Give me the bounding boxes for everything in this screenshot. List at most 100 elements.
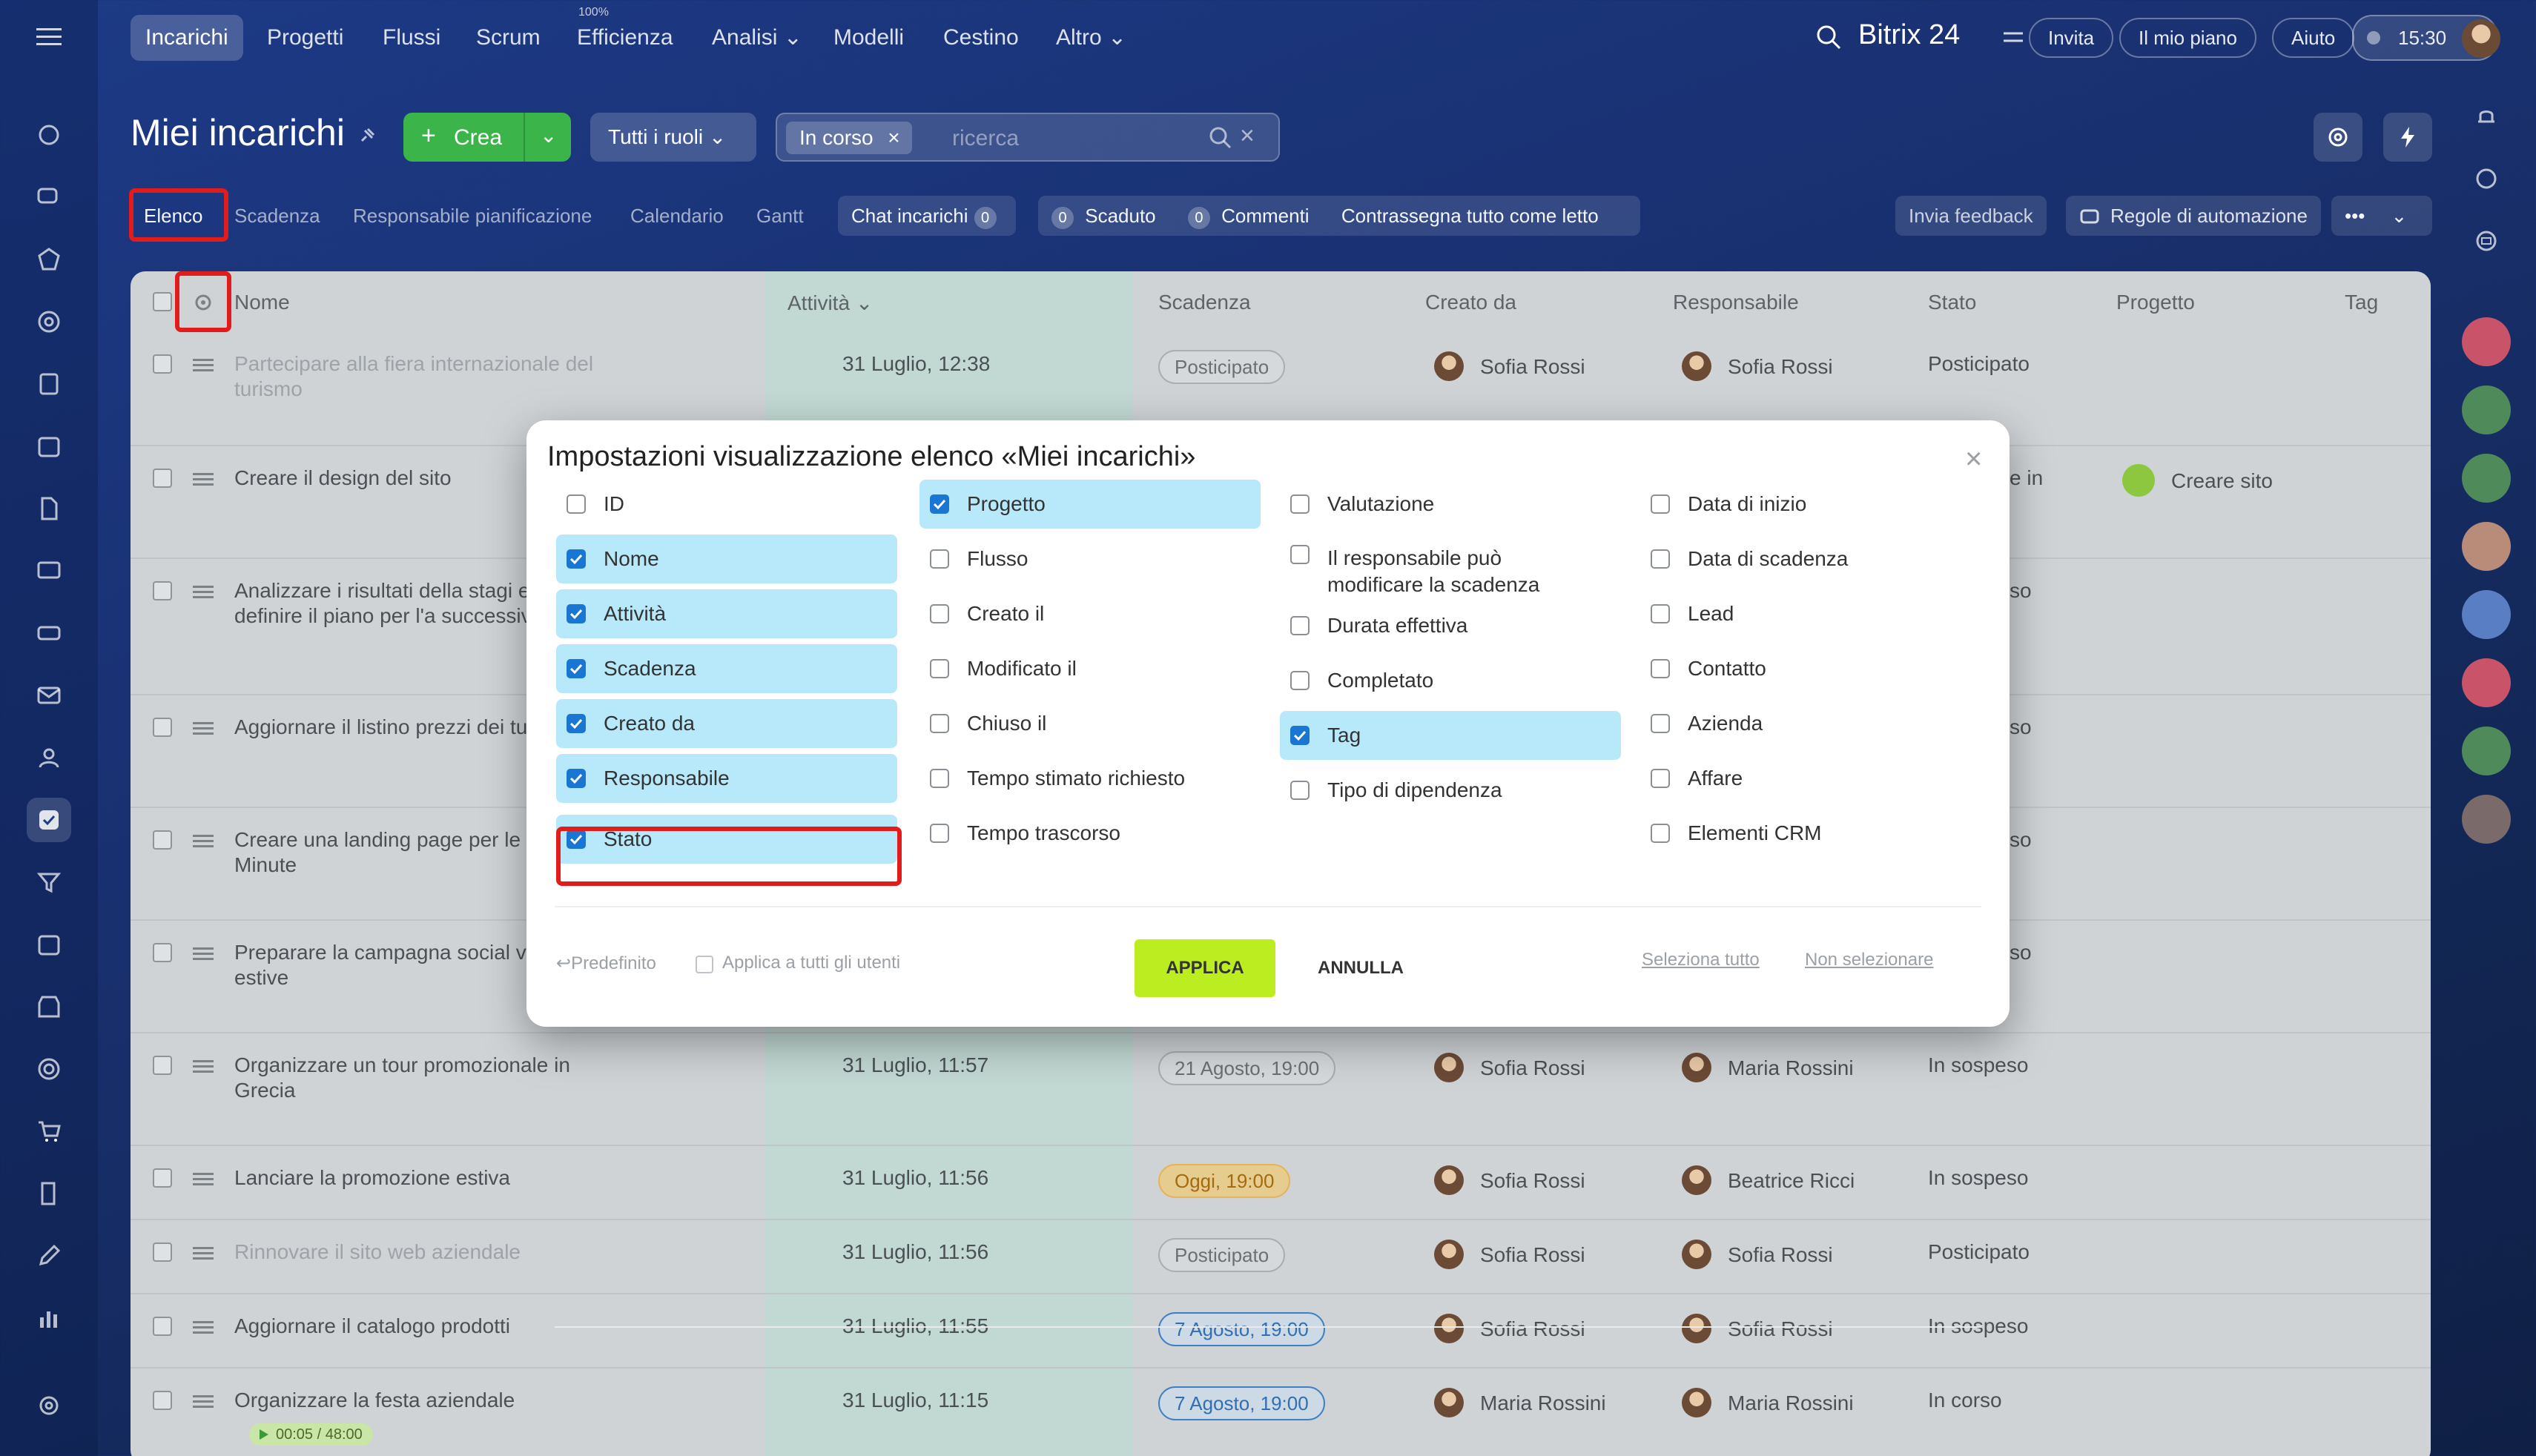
option-checkbox[interactable] xyxy=(930,659,949,678)
responsible-name[interactable]: Sofia Rossi xyxy=(1728,1317,1833,1342)
table-row[interactable]: Lanciare la promozione estiva 31 Luglio, … xyxy=(131,1146,2431,1220)
pen-icon[interactable] xyxy=(27,1234,71,1278)
my-plan-button[interactable]: Il mio piano xyxy=(2119,18,2256,58)
drag-handle-icon[interactable] xyxy=(193,1394,214,1409)
analytics-icon[interactable] xyxy=(27,1296,71,1340)
calendar-icon[interactable] xyxy=(27,424,71,469)
option-checkbox[interactable] xyxy=(1290,726,1310,745)
invite-button[interactable]: Invita xyxy=(2029,18,2114,58)
creator-name[interactable]: Sofia Rossi xyxy=(1480,354,1585,380)
cancel-button[interactable]: ANNULLA xyxy=(1305,939,1416,997)
drag-handle-icon[interactable] xyxy=(193,1320,214,1334)
table-row[interactable]: Rinnovare il sito web aziendale 31 Luglio… xyxy=(131,1220,2431,1294)
user-avatar[interactable] xyxy=(2462,522,2511,571)
group-chat-avatar[interactable] xyxy=(2462,317,2511,366)
default-button[interactable]: ↩Predefinito xyxy=(556,953,656,974)
nav-flussi[interactable]: Flussi xyxy=(368,15,455,61)
column-option[interactable]: Tag xyxy=(1280,711,1621,760)
column-option[interactable]: Affare xyxy=(1640,754,1981,803)
option-checkbox[interactable] xyxy=(567,604,586,623)
row-checkbox[interactable] xyxy=(153,830,172,850)
automation-rules-button[interactable]: Regole di automazione xyxy=(2066,196,2321,236)
help-button[interactable]: Aiuto xyxy=(2272,18,2355,58)
col-header-responsabile[interactable]: Responsabile xyxy=(1673,291,1799,314)
nav-progetti[interactable]: Progetti xyxy=(252,15,358,61)
apply-all-checkbox[interactable] xyxy=(696,956,713,973)
drag-handle-icon[interactable] xyxy=(193,1059,214,1073)
responsible-name[interactable]: Sofia Rossi xyxy=(1728,1242,1833,1268)
user-avatar[interactable] xyxy=(2462,795,2511,844)
option-checkbox[interactable] xyxy=(930,824,949,843)
row-checkbox[interactable] xyxy=(153,354,172,374)
column-option[interactable]: Il responsabile può modificare la scaden… xyxy=(1280,535,1621,598)
task-name[interactable]: Organizzare la festa aziendale xyxy=(234,1388,620,1413)
option-checkbox[interactable] xyxy=(930,549,949,569)
creator-name[interactable]: Sofia Rossi xyxy=(1480,1168,1585,1194)
project-name[interactable]: Creare sito xyxy=(2171,469,2273,494)
row-checkbox[interactable] xyxy=(153,1391,172,1410)
row-checkbox[interactable] xyxy=(153,1317,172,1336)
option-checkbox[interactable] xyxy=(930,494,949,514)
drag-handle-icon[interactable] xyxy=(193,1171,214,1186)
column-option[interactable]: Valutazione xyxy=(1280,480,1621,529)
group-chat-avatar[interactable] xyxy=(2462,727,2511,775)
column-option[interactable]: Chiuso il xyxy=(919,699,1261,748)
clear-icon[interactable]: × xyxy=(1240,122,1255,150)
feedback-button[interactable]: Invia feedback xyxy=(1895,196,2047,236)
column-option[interactable]: Modificato il xyxy=(919,644,1261,693)
search-bar[interactable]: In corso × ricerca × xyxy=(776,113,1280,162)
column-option[interactable]: Attività xyxy=(556,589,897,638)
nav-cestino[interactable]: Cestino xyxy=(928,15,1034,61)
column-option[interactable]: Tipo di dipendenza xyxy=(1280,766,1621,815)
column-option[interactable]: Lead xyxy=(1640,589,1981,638)
mail-icon[interactable] xyxy=(27,673,71,718)
column-option[interactable]: Elementi CRM xyxy=(1640,809,1981,858)
column-option[interactable]: Flusso xyxy=(919,535,1261,583)
column-option[interactable]: Tempo trascorso xyxy=(919,809,1261,858)
col-header-scadenza[interactable]: Scadenza xyxy=(1158,291,1251,314)
row-checkbox[interactable] xyxy=(153,581,172,600)
target-icon[interactable] xyxy=(27,1047,71,1091)
column-option[interactable]: Creato il xyxy=(919,589,1261,638)
option-checkbox[interactable] xyxy=(1651,659,1670,678)
lightning-icon[interactable] xyxy=(2383,113,2432,162)
copilot-icon[interactable] xyxy=(2462,154,2511,203)
responsible-name[interactable]: Sofia Rossi xyxy=(1728,354,1833,380)
task-name[interactable]: Organizzare un tour promozionale in Grec… xyxy=(234,1053,620,1103)
row-checkbox[interactable] xyxy=(153,469,172,488)
table-row[interactable]: Aggiornare il catalogo prodotti 31 Luglio… xyxy=(131,1294,2431,1369)
column-option[interactable]: Data di inizio xyxy=(1640,480,1981,529)
nav-altro[interactable]: Altro ⌄ xyxy=(1041,15,1141,61)
chevron-down-icon[interactable]: ⌄ xyxy=(540,123,557,148)
menu-icon[interactable] xyxy=(27,15,71,59)
search-icon[interactable] xyxy=(1815,24,1842,50)
column-option[interactable]: Data di scadenza xyxy=(1640,535,1981,583)
tasks-icon[interactable] xyxy=(27,798,71,842)
task-name[interactable]: Partecipare alla fiera internazionale de… xyxy=(234,351,620,402)
option-checkbox[interactable] xyxy=(1651,769,1670,788)
groups-icon[interactable] xyxy=(27,300,71,344)
col-header-tag[interactable]: Tag xyxy=(2345,291,2378,314)
row-checkbox[interactable] xyxy=(153,1242,172,1262)
option-checkbox[interactable] xyxy=(1651,824,1670,843)
option-checkbox[interactable] xyxy=(930,769,949,788)
option-checkbox[interactable] xyxy=(1290,616,1310,635)
column-option[interactable]: Nome xyxy=(556,535,897,583)
create-button[interactable]: + Crea ⌄ xyxy=(403,113,571,162)
option-checkbox[interactable] xyxy=(567,494,586,514)
drag-handle-icon[interactable] xyxy=(193,946,214,961)
table-row[interactable]: Organizzare la festa aziendale 31 Luglio,… xyxy=(131,1369,2431,1456)
group-chat-avatar[interactable] xyxy=(2462,590,2511,639)
creator-name[interactable]: Sofia Rossi xyxy=(1480,1317,1585,1342)
view-scadenza[interactable]: Scadenza xyxy=(221,196,334,236)
responsible-name[interactable]: Beatrice Ricci xyxy=(1728,1168,1855,1194)
pin-icon[interactable] xyxy=(357,126,377,145)
sign-doc-icon[interactable] xyxy=(27,1171,71,1216)
search-input[interactable]: ricerca xyxy=(952,126,1019,151)
col-header-attivita[interactable]: Attività ⌄ xyxy=(787,291,873,315)
select-none-link[interactable]: Non selezionare xyxy=(1805,950,1933,970)
drag-handle-icon[interactable] xyxy=(193,471,214,486)
apply-button[interactable]: APPLICA xyxy=(1135,939,1275,997)
select-all-checkbox[interactable] xyxy=(153,292,172,311)
responsible-name[interactable]: Maria Rossini xyxy=(1728,1056,1854,1081)
